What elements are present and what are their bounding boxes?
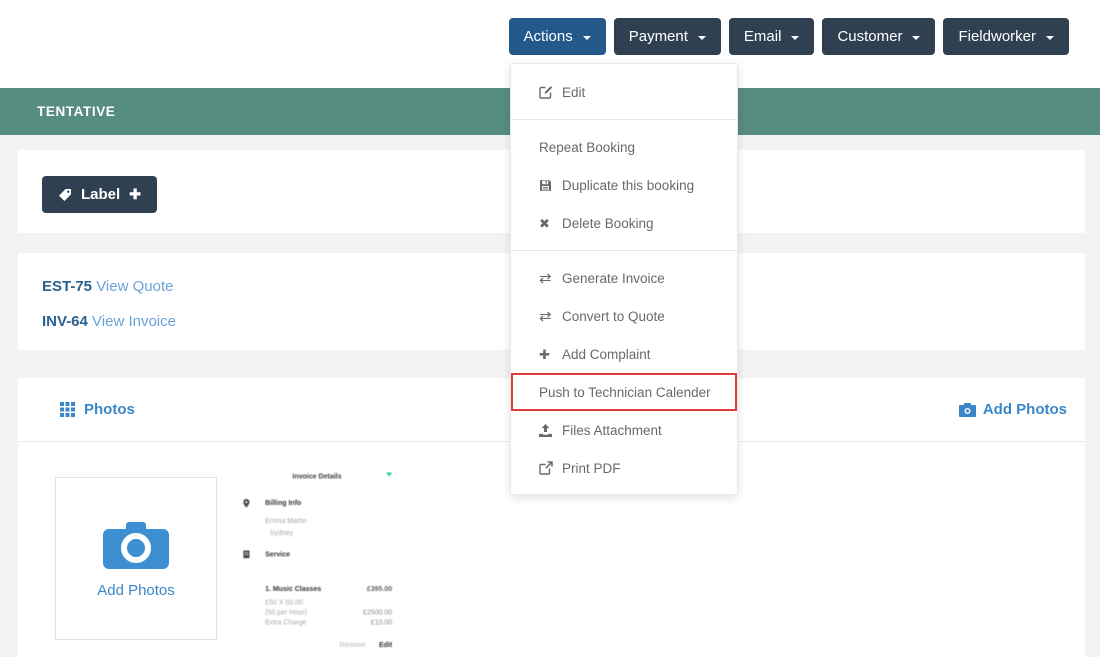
preview-line2-right: £2500.00	[362, 608, 393, 616]
menu-item-label: Generate Invoice	[562, 270, 665, 286]
external-link-icon	[539, 461, 562, 475]
preview-item-name: 1. Music Classes	[265, 584, 322, 593]
view-invoice-link[interactable]: View Invoice	[92, 313, 176, 330]
invoice-ref: INV-64	[42, 313, 88, 330]
toolbar-button-row: Actions Payment Email Customer Fieldwork…	[508, 18, 1069, 55]
add-photos-tile[interactable]: Add Photos	[55, 477, 217, 640]
actions-button-label: Actions	[523, 28, 573, 45]
email-button-label: Email	[743, 28, 782, 45]
preview-line1-left: £50 X 50.00	[265, 598, 303, 606]
menu-item-delete-booking[interactable]: ✖ Delete Booking	[511, 204, 737, 242]
menu-item-repeat-booking[interactable]: Repeat Booking	[511, 128, 737, 166]
x-icon: ✖	[539, 215, 550, 231]
payment-button-label: Payment	[628, 28, 688, 45]
status-banner-label: TENTATIVE	[37, 104, 116, 119]
photos-title-label: Photos	[84, 401, 135, 418]
menu-item-label: Push to Technician Calender	[539, 384, 711, 400]
actions-button[interactable]: Actions	[508, 18, 606, 55]
menu-item-generate-invoice[interactable]: ⇄ Generate Invoice	[511, 259, 737, 297]
menu-item-duplicate-booking[interactable]: Duplicate this booking	[511, 166, 737, 204]
add-photos-tile-label: Add Photos	[97, 581, 175, 599]
caret-down-icon	[697, 35, 706, 40]
caret-down-icon	[1046, 35, 1054, 40]
payment-button[interactable]: Payment	[613, 18, 721, 55]
booking-detail-page: Actions Payment Email Customer Fieldwork…	[0, 0, 1100, 657]
menu-item-label: Files Attachment	[562, 422, 662, 438]
plus-icon: ✚	[539, 346, 550, 362]
fieldworker-button[interactable]: Fieldworker	[943, 18, 1069, 55]
add-photos-link[interactable]: Add Photos	[958, 401, 1067, 418]
menu-item-edit[interactable]: Edit	[511, 73, 737, 111]
preview-line3-right: £10.00	[370, 618, 393, 627]
menu-item-files-attachment[interactable]: Files Attachment	[511, 411, 737, 449]
menu-item-label: Add Complaint	[562, 346, 651, 362]
menu-item-label: Duplicate this booking	[562, 177, 695, 193]
preview-billing-city: Sydney	[269, 528, 294, 537]
preview-edit-link: Edit	[378, 640, 393, 649]
preview-service-heading: Service	[265, 550, 291, 559]
menu-item-convert-to-quote[interactable]: ⇄ Convert to Quote	[511, 297, 737, 335]
grid-icon	[60, 402, 75, 417]
preview-line2-left: (50 per Hour)	[265, 608, 307, 616]
email-button[interactable]: Email	[728, 18, 815, 55]
photos-title: Photos	[60, 401, 135, 418]
preview-billing-name: Emma Martin	[265, 516, 307, 525]
preview-billing-heading: Billing Info	[265, 499, 302, 507]
invoice-preview-thumbnail[interactable]: Invoice Details Billing Info Emma Martin…	[237, 460, 397, 657]
caret-down-icon	[582, 35, 591, 40]
menu-item-label: Edit	[562, 84, 586, 100]
upload-icon	[539, 423, 562, 437]
menu-item-label: Delete Booking	[562, 215, 654, 231]
menu-item-label: Convert to Quote	[562, 308, 665, 324]
customer-button-label: Customer	[837, 28, 903, 45]
menu-item-push-to-technician-calender[interactable]: Push to Technician Calender	[511, 373, 737, 411]
add-label-button-text: Label	[81, 186, 121, 203]
menu-divider	[511, 250, 737, 251]
preview-title: Invoice Details	[292, 472, 342, 481]
camera-icon	[958, 402, 976, 417]
actions-dropdown-menu: Edit Repeat Booking Duplicate this booki…	[510, 63, 738, 495]
caret-down-icon	[385, 472, 393, 477]
menu-item-label: Print PDF	[562, 460, 621, 476]
camera-icon	[103, 519, 169, 569]
preview-item-price: £395.00	[366, 584, 393, 593]
caret-down-icon	[791, 35, 800, 40]
preview-remove-link: Remove	[339, 640, 366, 649]
add-photos-link-label: Add Photos	[982, 401, 1067, 418]
add-label-button[interactable]: Label ✚	[42, 176, 157, 213]
customer-button[interactable]: Customer	[822, 18, 936, 55]
edit-icon	[539, 85, 562, 99]
menu-item-label: Repeat Booking	[539, 139, 636, 155]
exchange-icon: ⇄	[539, 307, 552, 325]
fieldworker-button-label: Fieldworker	[958, 28, 1036, 45]
menu-item-add-complaint[interactable]: ✚ Add Complaint	[511, 335, 737, 373]
caret-down-icon	[912, 35, 921, 40]
map-marker-icon	[243, 499, 250, 508]
invoice-preview-content: Invoice Details Billing Info Emma Martin…	[237, 460, 397, 657]
view-quote-link[interactable]: View Quote	[96, 278, 173, 295]
tag-icon	[58, 188, 72, 202]
menu-divider	[511, 119, 737, 120]
menu-item-print-pdf[interactable]: Print PDF	[511, 449, 737, 487]
exchange-icon: ⇄	[539, 269, 552, 287]
preview-line3-left: Extra Charge	[265, 618, 307, 627]
building-icon	[243, 550, 250, 559]
plus-icon: ✚	[129, 186, 141, 202]
save-icon	[539, 179, 562, 192]
quote-ref: EST-75	[42, 278, 93, 295]
